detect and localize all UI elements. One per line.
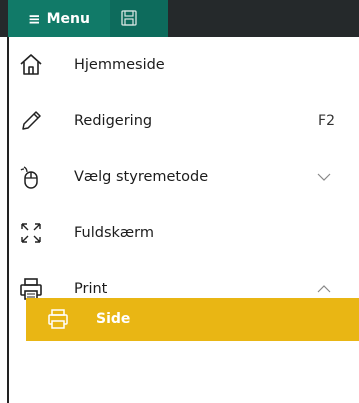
menu-item-redigering[interactable]: Redigering F2 (9, 93, 359, 149)
chevron-up-icon[interactable] (317, 284, 331, 294)
fullscreen-icon (21, 223, 41, 243)
shortcut-hint: F2 (318, 113, 335, 129)
top-bar: ≡ Menu (0, 0, 359, 37)
menu-item-hjemmeside[interactable]: Hjemmeside (9, 37, 359, 93)
pointer-icon (20, 166, 38, 189)
menu-label: Menu (46, 10, 90, 27)
menu-item-vaelg-styremetode[interactable]: Vælg styremetode (9, 149, 359, 205)
printer-icon (48, 309, 68, 329)
app-frame: ≡ Menu Hjemmeside Redigering F2 Vælg sty… (0, 0, 359, 403)
menu-item-label: Print (74, 281, 108, 297)
menu-panel: Hjemmeside Redigering F2 Vælg styremetod… (7, 37, 359, 403)
menu-button[interactable]: ≡ Menu (8, 0, 110, 37)
menu-item-fuldskaerm[interactable]: Fuldskærm (9, 205, 359, 261)
submenu-item-label: Side (96, 311, 131, 327)
submenu-item-side[interactable]: Side (26, 298, 359, 341)
menu-item-label: Vælg styremetode (74, 169, 209, 185)
home-icon (20, 54, 42, 75)
menu-item-label: Fuldskærm (74, 225, 154, 241)
chevron-down-icon[interactable] (317, 172, 331, 182)
hamburger-icon: ≡ (28, 9, 41, 28)
save-icon[interactable] (120, 9, 138, 27)
menu-item-label: Hjemmeside (74, 57, 165, 73)
menu-item-label: Redigering (74, 113, 153, 129)
pencil-icon (22, 111, 41, 130)
